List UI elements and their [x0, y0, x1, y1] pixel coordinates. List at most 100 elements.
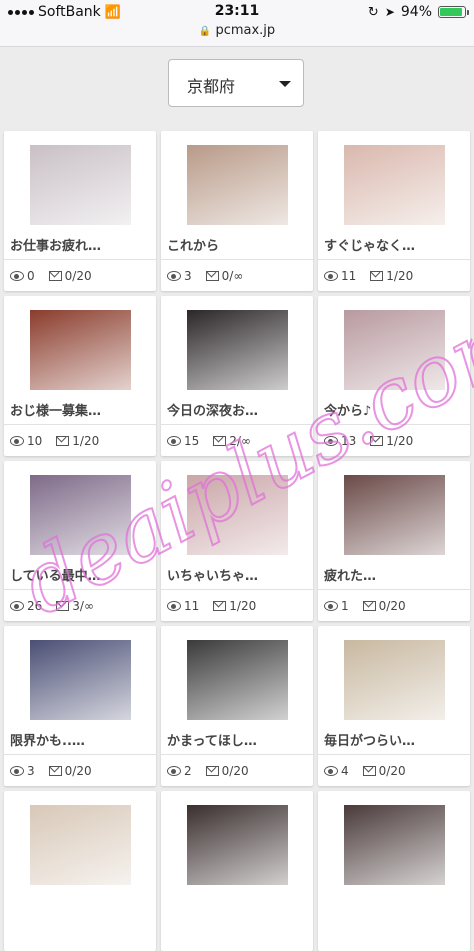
message-count: 1/20: [229, 599, 257, 613]
message-count: 0/20: [64, 764, 92, 778]
profile-photo[interactable]: [344, 805, 445, 885]
profile-card[interactable]: お仕事お疲れ… 0 0/20: [4, 131, 156, 291]
view-count: 0: [27, 269, 35, 283]
profile-photo[interactable]: [30, 310, 131, 390]
eye-icon: [324, 271, 338, 281]
message-count: 1/20: [386, 269, 414, 283]
url-text: pcmax.jp: [215, 23, 276, 38]
profile-title[interactable]: お仕事お疲れ…: [10, 235, 101, 254]
profile-title[interactable]: すぐじゃなく…: [324, 235, 415, 254]
view-count: 11: [184, 599, 200, 613]
battery-icon: [438, 6, 469, 18]
profile-card[interactable]: すぐじゃなく… 11 1/20: [318, 131, 470, 291]
mail-icon: [48, 271, 62, 281]
card-divider: [4, 589, 156, 590]
caret-down-icon: [279, 81, 291, 87]
profile-title[interactable]: 今から♪: [324, 400, 371, 419]
profile-title[interactable]: かまってほし…: [167, 730, 257, 749]
view-count: 15: [184, 434, 200, 448]
profile-card[interactable]: している最中… 26 3/∞: [4, 461, 156, 621]
profile-photo[interactable]: [187, 310, 288, 390]
card-stats: 0 0/20: [10, 269, 92, 283]
card-stats: 26 3/∞: [10, 599, 94, 613]
eye-icon: [10, 436, 24, 446]
profile-photo[interactable]: [344, 475, 445, 555]
address-bar[interactable]: 🔒 pcmax.jp: [0, 23, 474, 38]
view-count: 10: [27, 434, 43, 448]
profile-title[interactable]: 疲れた…: [324, 565, 376, 584]
profile-title[interactable]: 限界かも..…: [10, 730, 85, 749]
eye-icon: [10, 271, 24, 281]
profile-title[interactable]: 毎日がつらい…: [324, 730, 415, 749]
profile-card[interactable]: [161, 791, 313, 951]
profile-card[interactable]: これから 3 0/∞: [161, 131, 313, 291]
message-count: 3/∞: [72, 599, 94, 613]
eye-icon: [324, 436, 338, 446]
profile-photo[interactable]: [344, 640, 445, 720]
profile-photo[interactable]: [187, 145, 288, 225]
card-divider: [161, 589, 313, 590]
profile-photo[interactable]: [30, 640, 131, 720]
profile-card[interactable]: 毎日がつらい… 4 0/20: [318, 626, 470, 786]
profile-photo[interactable]: [187, 640, 288, 720]
profile-photo[interactable]: [187, 475, 288, 555]
eye-icon: [10, 766, 24, 776]
card-divider: [318, 424, 470, 425]
mail-icon: [205, 766, 219, 776]
card-stats: 11 1/20: [167, 599, 256, 613]
region-select[interactable]: 京都府: [168, 59, 304, 107]
profile-card[interactable]: 限界かも..… 3 0/20: [4, 626, 156, 786]
mail-icon: [362, 601, 376, 611]
profile-card[interactable]: 今から♪ 13 1/20: [318, 296, 470, 456]
profile-photo[interactable]: [187, 805, 288, 885]
profile-photo[interactable]: [30, 145, 131, 225]
card-stats: 3 0/20: [10, 764, 92, 778]
profile-title[interactable]: いちゃいちゃ…: [167, 565, 258, 584]
profile-title[interactable]: している最中…: [10, 565, 101, 584]
view-count: 3: [27, 764, 35, 778]
eye-icon: [167, 766, 181, 776]
location-icon: ➤: [384, 5, 395, 19]
card-divider: [4, 259, 156, 260]
message-count: 0/20: [378, 764, 406, 778]
eye-icon: [324, 766, 338, 776]
profile-card[interactable]: 疲れた… 1 0/20: [318, 461, 470, 621]
profile-title[interactable]: 今日の深夜お…: [167, 400, 258, 419]
card-divider: [318, 259, 470, 260]
eye-icon: [167, 436, 181, 446]
mail-icon: [56, 436, 70, 446]
card-stats: 2 0/20: [167, 764, 249, 778]
eye-icon: [167, 271, 181, 281]
card-divider: [161, 259, 313, 260]
profile-title[interactable]: おじ様一募集…: [10, 400, 101, 419]
view-count: 4: [341, 764, 349, 778]
profile-photo[interactable]: [30, 475, 131, 555]
region-select-value: 京都府: [187, 77, 236, 96]
card-divider: [161, 424, 313, 425]
card-divider: [4, 424, 156, 425]
battery-percent: 94%: [400, 4, 432, 20]
profile-photo[interactable]: [344, 310, 445, 390]
rotation-lock-icon: ↻: [367, 4, 379, 20]
profile-card[interactable]: [4, 791, 156, 951]
view-count: 26: [27, 599, 43, 613]
profile-card[interactable]: かまってほし… 2 0/20: [161, 626, 313, 786]
card-divider: [161, 754, 313, 755]
message-count: 0/20: [221, 764, 249, 778]
card-stats: 15 2/∞: [167, 434, 251, 448]
view-count: 13: [341, 434, 357, 448]
card-stats: 13 1/20: [324, 434, 413, 448]
profile-photo[interactable]: [30, 805, 131, 885]
profile-card[interactable]: いちゃいちゃ… 11 1/20: [161, 461, 313, 621]
profile-card[interactable]: 今日の深夜お… 15 2/∞: [161, 296, 313, 456]
mail-icon: [370, 436, 384, 446]
profile-title[interactable]: これから: [167, 235, 219, 254]
profile-card[interactable]: [318, 791, 470, 951]
profile-card[interactable]: おじ様一募集… 10 1/20: [4, 296, 156, 456]
card-stats: 3 0/∞: [167, 269, 243, 283]
mail-icon: [213, 436, 227, 446]
card-divider: [318, 589, 470, 590]
view-count: 11: [341, 269, 357, 283]
status-bar: SoftBank 📶 23:11 🔒 pcmax.jp ↻ ➤ 94%: [0, 0, 474, 47]
profile-photo[interactable]: [344, 145, 445, 225]
